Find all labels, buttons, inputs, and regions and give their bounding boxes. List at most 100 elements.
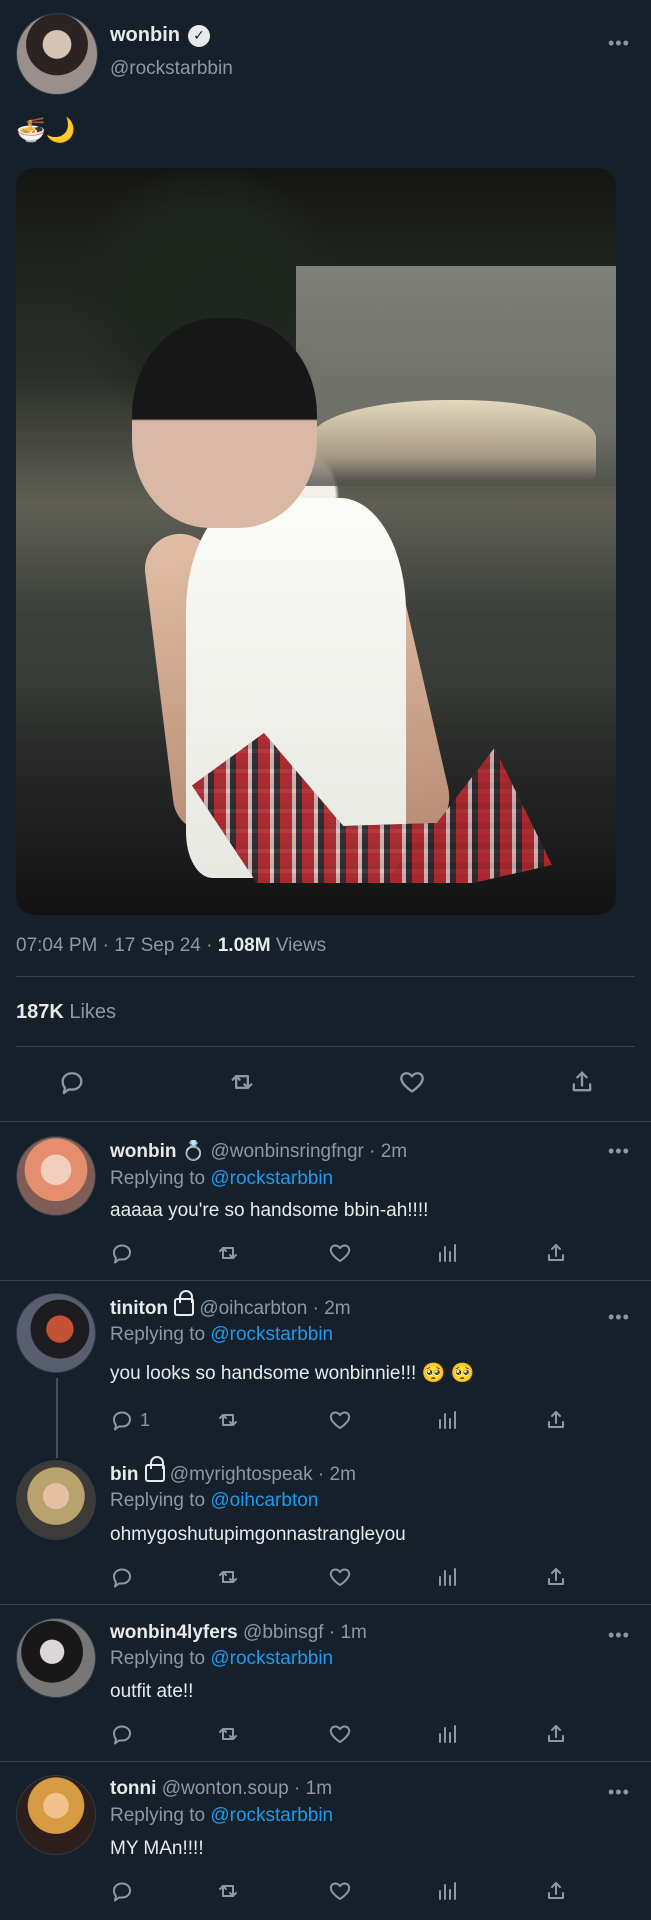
replying-to-link[interactable]: @rockstarbbin	[210, 1324, 333, 1345]
author-handle[interactable]: @rockstarbbin	[110, 58, 233, 80]
share-icon[interactable]	[544, 1722, 568, 1746]
reply-avatar[interactable]	[16, 1618, 96, 1698]
reply-header[interactable]: tonni @wonton.soup · 1m	[110, 1778, 332, 1800]
likes-label: Likes	[63, 1001, 117, 1023]
reply-display-name[interactable]: bin	[110, 1464, 139, 1485]
replying-to: Replying to @rockstarbbin	[110, 1648, 333, 1670]
replying-to-link[interactable]: @oihcarbton	[210, 1490, 318, 1511]
like-icon[interactable]	[328, 1408, 352, 1432]
display-name[interactable]: wonbin	[110, 24, 180, 47]
retweet-icon[interactable]	[216, 1565, 240, 1589]
views-count: 1.08M	[217, 935, 271, 956]
analytics-icon[interactable]	[435, 1722, 459, 1746]
reply-handle-time[interactable]: @wonbinsringfngr · 2m	[210, 1141, 407, 1162]
lock-icon	[144, 1456, 165, 1482]
verified-badge-icon: ✓	[187, 24, 210, 47]
reply-icon[interactable]	[110, 1565, 140, 1589]
replying-to: Replying to @rockstarbbin	[110, 1805, 333, 1827]
reply-text-content: you looks so handsome wonbinnie!!! 🥺 🥺	[110, 1363, 475, 1384]
reply-header[interactable]: bin @myrightospeak · 2m	[110, 1456, 356, 1486]
reply-text: aaaaa you're so handsome bbin-ah!!!!	[110, 1200, 429, 1221]
replying-to: Replying to @rockstarbbin	[110, 1324, 333, 1346]
like-icon[interactable]	[328, 1879, 352, 1903]
reply-header[interactable]: wonbin 💍 @wonbinsringfngr · 2m	[110, 1139, 407, 1163]
retweet-icon[interactable]	[216, 1408, 240, 1432]
tweet-metadata: 07:04 PM · 17 Sep 24 · 1.08M Views	[16, 935, 326, 957]
tweet-photo[interactable]	[16, 168, 616, 915]
retweet-icon[interactable]	[216, 1879, 240, 1903]
reply-avatar[interactable]	[16, 1460, 96, 1540]
timestamp[interactable]: 07:04 PM · 17 Sep 24 ·	[16, 935, 218, 956]
reply-display-name[interactable]: wonbin4lyfers	[110, 1622, 238, 1643]
reply-header[interactable]: wonbin4lyfers @bbinsgf · 1m	[110, 1622, 367, 1644]
reply-icon[interactable]: 1	[110, 1408, 150, 1432]
share-icon[interactable]	[544, 1879, 568, 1903]
metadata-divider	[16, 976, 635, 977]
more-options-icon[interactable]: •••	[608, 1783, 630, 1801]
reply-icon[interactable]	[110, 1722, 140, 1746]
lock-icon	[174, 1290, 195, 1316]
reply-handle-time[interactable]: @oihcarbton · 2m	[199, 1298, 350, 1319]
reply-divider	[0, 1280, 651, 1281]
tweet-text: 🍜🌙	[16, 117, 76, 144]
reply-actions	[110, 1879, 578, 1913]
reply-avatar[interactable]	[16, 1775, 96, 1855]
share-icon[interactable]	[544, 1408, 568, 1432]
reply-icon[interactable]	[55, 1065, 89, 1099]
share-icon[interactable]	[565, 1065, 599, 1099]
retweet-icon[interactable]	[216, 1722, 240, 1746]
reply-actions	[110, 1722, 578, 1756]
like-icon[interactable]	[328, 1241, 352, 1265]
reply-display-name[interactable]: tonni	[110, 1778, 156, 1799]
like-icon[interactable]	[395, 1065, 429, 1099]
reply-divider	[0, 1604, 651, 1605]
reply-display-name[interactable]: wonbin	[110, 1141, 176, 1162]
analytics-icon[interactable]	[435, 1565, 459, 1589]
replying-prefix: Replying to	[110, 1805, 211, 1826]
main-author-name[interactable]: wonbin ✓	[110, 24, 210, 47]
replying-to-link[interactable]: @rockstarbbin	[210, 1648, 333, 1669]
like-icon[interactable]	[328, 1722, 352, 1746]
conversation-divider	[0, 1121, 651, 1122]
more-options-icon[interactable]: •••	[608, 1142, 630, 1160]
reply-icon[interactable]	[110, 1241, 140, 1265]
profile-avatar[interactable]	[16, 13, 98, 95]
reply-handle-time[interactable]: @myrightospeak · 2m	[170, 1464, 356, 1485]
retweet-icon[interactable]	[216, 1241, 240, 1265]
likes-summary[interactable]: 187K Likes	[16, 1001, 116, 1024]
replying-to-link[interactable]: @rockstarbbin	[210, 1805, 333, 1826]
thread-connector-line	[56, 1378, 58, 1458]
reply-header[interactable]: tiniton @oihcarbton · 2m	[110, 1290, 351, 1320]
more-options-icon[interactable]: •••	[608, 34, 630, 52]
likes-count: 187K	[16, 1001, 64, 1023]
retweet-icon[interactable]	[225, 1065, 259, 1099]
reply-icon[interactable]	[110, 1879, 140, 1903]
reply-handle-time[interactable]: @bbinsgf · 1m	[243, 1622, 367, 1643]
views-label: Views	[270, 935, 327, 956]
replying-prefix: Replying to	[110, 1168, 211, 1189]
main-tweet-actions	[0, 1065, 651, 1103]
like-icon[interactable]	[328, 1565, 352, 1589]
replying-prefix: Replying to	[110, 1490, 211, 1511]
replying-prefix: Replying to	[110, 1324, 211, 1345]
reply-text: outfit ate!!	[110, 1681, 194, 1702]
share-icon[interactable]	[544, 1241, 568, 1265]
reply-text: ohmygoshutupimgonnastrangleyou	[110, 1524, 406, 1545]
reply-avatar[interactable]	[16, 1136, 96, 1216]
more-options-icon[interactable]: •••	[608, 1308, 630, 1326]
share-icon[interactable]	[544, 1565, 568, 1589]
reply-display-name[interactable]: tiniton	[110, 1298, 168, 1319]
reply-actions: 1	[110, 1408, 578, 1442]
likes-divider	[16, 1046, 635, 1047]
photo-canopy	[311, 400, 596, 480]
photo-person-head	[132, 318, 317, 528]
replying-to-link[interactable]: @rockstarbbin	[210, 1168, 333, 1189]
reply-handle-time[interactable]: @wonton.soup · 1m	[162, 1778, 332, 1799]
more-options-icon[interactable]: •••	[608, 1626, 630, 1644]
analytics-icon[interactable]	[435, 1408, 459, 1432]
ring-icon: 💍	[181, 1141, 206, 1162]
replying-to: Replying to @rockstarbbin	[110, 1168, 333, 1190]
analytics-icon[interactable]	[435, 1241, 459, 1265]
reply-avatar[interactable]	[16, 1293, 96, 1373]
analytics-icon[interactable]	[435, 1879, 459, 1903]
